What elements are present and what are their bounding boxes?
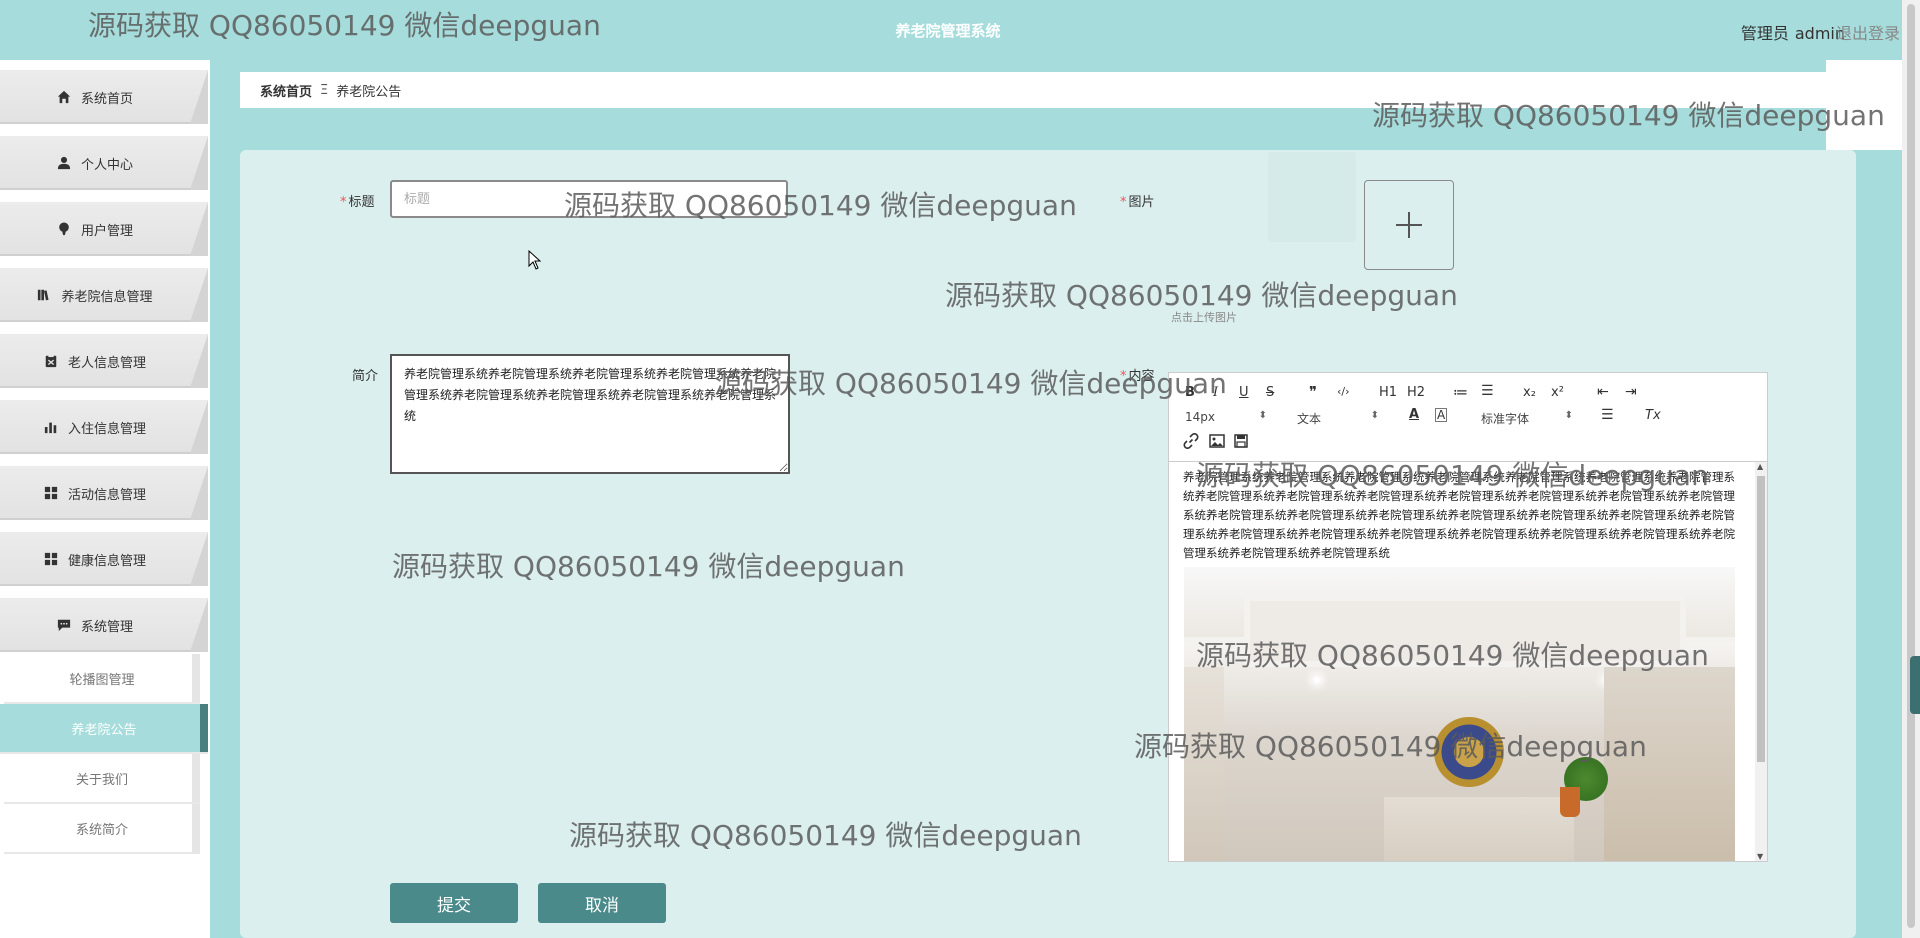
outdent-button[interactable]: ⇤ [1597, 384, 1609, 400]
sidebar-subitem-label: 轮播图管理 [69, 672, 135, 688]
sidebar-item-label: 养老院信息管理 [61, 289, 153, 305]
top-header: 养老院管理系统 管理员 admin 退出登录 [0, 0, 1920, 60]
sidebar-item-label: 活动信息管理 [67, 487, 146, 503]
sidebar-item-label: 入住信息管理 [67, 421, 146, 437]
image-icon[interactable] [1209, 433, 1225, 453]
bold-button[interactable]: B [1185, 385, 1195, 400]
bullet-list-button[interactable]: ☰ [1481, 383, 1494, 399]
sidebar-subitem-intro[interactable]: 系统简介 [4, 804, 200, 854]
upload-tip: 点击上传图片 [1171, 311, 1237, 324]
users-icon [59, 222, 69, 236]
cancel-button[interactable]: 取消 [538, 883, 666, 923]
sidebar-subitem-announcement[interactable]: 养老院公告 [0, 704, 208, 754]
sidebar-subitem-label: 关于我们 [75, 772, 128, 788]
background-color-button[interactable]: A [1435, 408, 1448, 422]
sidebar-item-activity[interactable]: 活动信息管理 [0, 466, 208, 520]
sidebar-item-label: 个人中心 [80, 157, 133, 173]
image-upload-button[interactable] [1364, 180, 1454, 270]
strike-button[interactable]: S [1266, 385, 1274, 400]
bar-chart-icon [44, 422, 57, 434]
grid-icon [44, 486, 58, 500]
uploaded-image-thumbnail [1268, 152, 1356, 242]
sidebar-item-health[interactable]: 健康信息管理 [0, 532, 208, 586]
sidebar-item-label: 健康信息管理 [67, 553, 146, 569]
sidebar-item-label: 用户管理 [80, 223, 133, 239]
clipboard-icon [45, 354, 57, 368]
book-icon [38, 289, 50, 301]
system-title: 养老院管理系统 [895, 22, 1001, 40]
sidebar-item-label: 老人信息管理 [67, 355, 146, 371]
breadcrumb-home[interactable]: 系统首页 [260, 81, 312, 100]
plus-icon [1396, 212, 1422, 238]
admin-role: 管理员 [1740, 24, 1789, 43]
sidebar-item-elderly[interactable]: 老人信息管理 [0, 334, 208, 388]
breadcrumb-separator: Ξ [320, 82, 329, 98]
italic-button[interactable]: I [1213, 385, 1218, 400]
indent-button[interactable]: ⇥ [1625, 384, 1637, 400]
message-icon [57, 619, 71, 632]
font-size-select[interactable]: 14px [1185, 410, 1267, 424]
sidebar-subitem-about[interactable]: 关于我们 [4, 754, 200, 804]
side-tab[interactable] [1910, 656, 1920, 714]
user-icon [57, 156, 71, 170]
font-family-select[interactable]: 标准字体 [1481, 410, 1573, 427]
underline-button[interactable]: U [1239, 385, 1249, 400]
grid-icon [44, 552, 58, 566]
superscript-button[interactable]: x² [1551, 385, 1564, 400]
sidebar-item-system[interactable]: 系统管理 [0, 598, 208, 652]
h1-button[interactable]: H1 [1379, 385, 1397, 400]
image-label: * 图片 [1120, 195, 1155, 210]
sidebar: 系统首页 个人中心 用户管理 养老院信息管理 老人信息管理 入住信息管理 活动信… [0, 60, 210, 938]
rich-text-editor[interactable]: B I U S ❞ ‹/› H1 H2 ≔ ☰ x₂ x² ⇤ ⇥ 14px 文… [1168, 372, 1768, 862]
align-button[interactable]: ☰ [1601, 407, 1614, 423]
home-icon [57, 90, 71, 104]
sidebar-item-label: 系统管理 [80, 619, 133, 635]
logout-link[interactable]: 退出登录 [1836, 20, 1900, 44]
window-scrollbar[interactable] [1902, 0, 1920, 938]
sidebar-item-home[interactable]: 系统首页 [0, 70, 208, 124]
breadcrumb: 系统首页 Ξ 养老院公告 [240, 72, 1856, 108]
content-label: * 内容 [1120, 369, 1155, 384]
sidebar-item-profile[interactable]: 个人中心 [0, 136, 208, 190]
link-icon[interactable] [1183, 433, 1199, 453]
breadcrumb-current: 养老院公告 [336, 84, 402, 100]
quote-button[interactable]: ❞ [1309, 383, 1317, 401]
block-type-select[interactable]: 文本 [1297, 410, 1379, 427]
editor-content[interactable]: 养老院管理系统养老院管理系统养老院管理系统养老院管理系统养老院管理系统养老院管理… [1169, 462, 1755, 861]
sidebar-item-users[interactable]: 用户管理 [0, 202, 208, 256]
mouse-cursor-icon [528, 250, 542, 270]
editor-toolbar: B I U S ❞ ‹/› H1 H2 ≔ ☰ x₂ x² ⇤ ⇥ 14px 文… [1169, 373, 1767, 462]
h2-button[interactable]: H2 [1407, 385, 1425, 400]
subscript-button[interactable]: x₂ [1523, 385, 1536, 400]
sidebar-subitem-carousel[interactable]: 轮播图管理 [4, 654, 200, 704]
sidebar-item-checkin[interactable]: 入住信息管理 [0, 400, 208, 454]
ordered-list-button[interactable]: ≔ [1453, 383, 1468, 401]
intro-label: 简介 [352, 369, 379, 384]
admin-info: 管理员 admin [1735, 20, 1845, 44]
video-icon[interactable] [1233, 433, 1249, 453]
sidebar-subitem-label: 养老院公告 [71, 722, 137, 738]
lobby-photo [1184, 567, 1735, 861]
submit-button[interactable]: 提交 [390, 883, 518, 923]
title-input[interactable] [390, 180, 788, 218]
intro-textarea[interactable]: 养老院管理系统养老院管理系统养老院管理系统养老院管理系统养老院管理系统养老院管理… [390, 354, 790, 474]
code-button[interactable]: ‹/› [1337, 385, 1350, 398]
editor-scrollbar[interactable]: ▲ ▼ [1755, 462, 1767, 861]
sidebar-item-nursing-home[interactable]: 养老院信息管理 [0, 268, 208, 322]
font-color-button[interactable]: A [1409, 407, 1419, 422]
clear-format-button[interactable]: Tx [1645, 408, 1661, 423]
sidebar-subitem-label: 系统简介 [75, 822, 128, 838]
sidebar-item-label: 系统首页 [80, 91, 133, 107]
title-label: * 标题 [340, 195, 375, 210]
editor-text: 养老院管理系统养老院管理系统养老院管理系统养老院管理系统养老院管理系统养老院管理… [1183, 470, 1735, 560]
